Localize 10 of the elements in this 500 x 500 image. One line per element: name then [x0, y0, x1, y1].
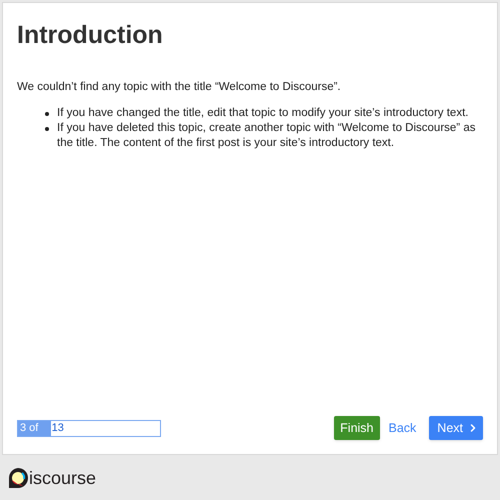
finish-button[interactable]: Finish [334, 416, 380, 440]
bullet-text: If you have deleted this topic, create another topic with “Welcome to Discourse” as the title. The content of the first post is your site’s introductory text. [57, 120, 476, 151]
progress-current: 3 of [20, 420, 38, 436]
logo-text: iscourse [29, 467, 96, 490]
bullet-text: If you have changed the title, edit that topic to modify your site’s introductory text. [57, 106, 468, 121]
intro-text: We couldn’t find any topic with the title “Welcome to Discourse”. [17, 80, 342, 94]
back-link[interactable]: Back [388, 418, 418, 438]
page-title: Introduction [17, 20, 164, 51]
progress-total: 13 [50, 420, 64, 436]
next-button[interactable]: Next [429, 416, 483, 440]
